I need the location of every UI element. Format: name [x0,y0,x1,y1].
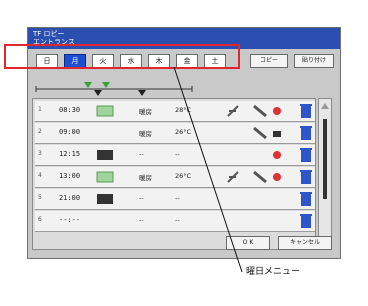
callout-label: 曜日メニュー [246,267,301,277]
callout-leader [173,66,243,273]
